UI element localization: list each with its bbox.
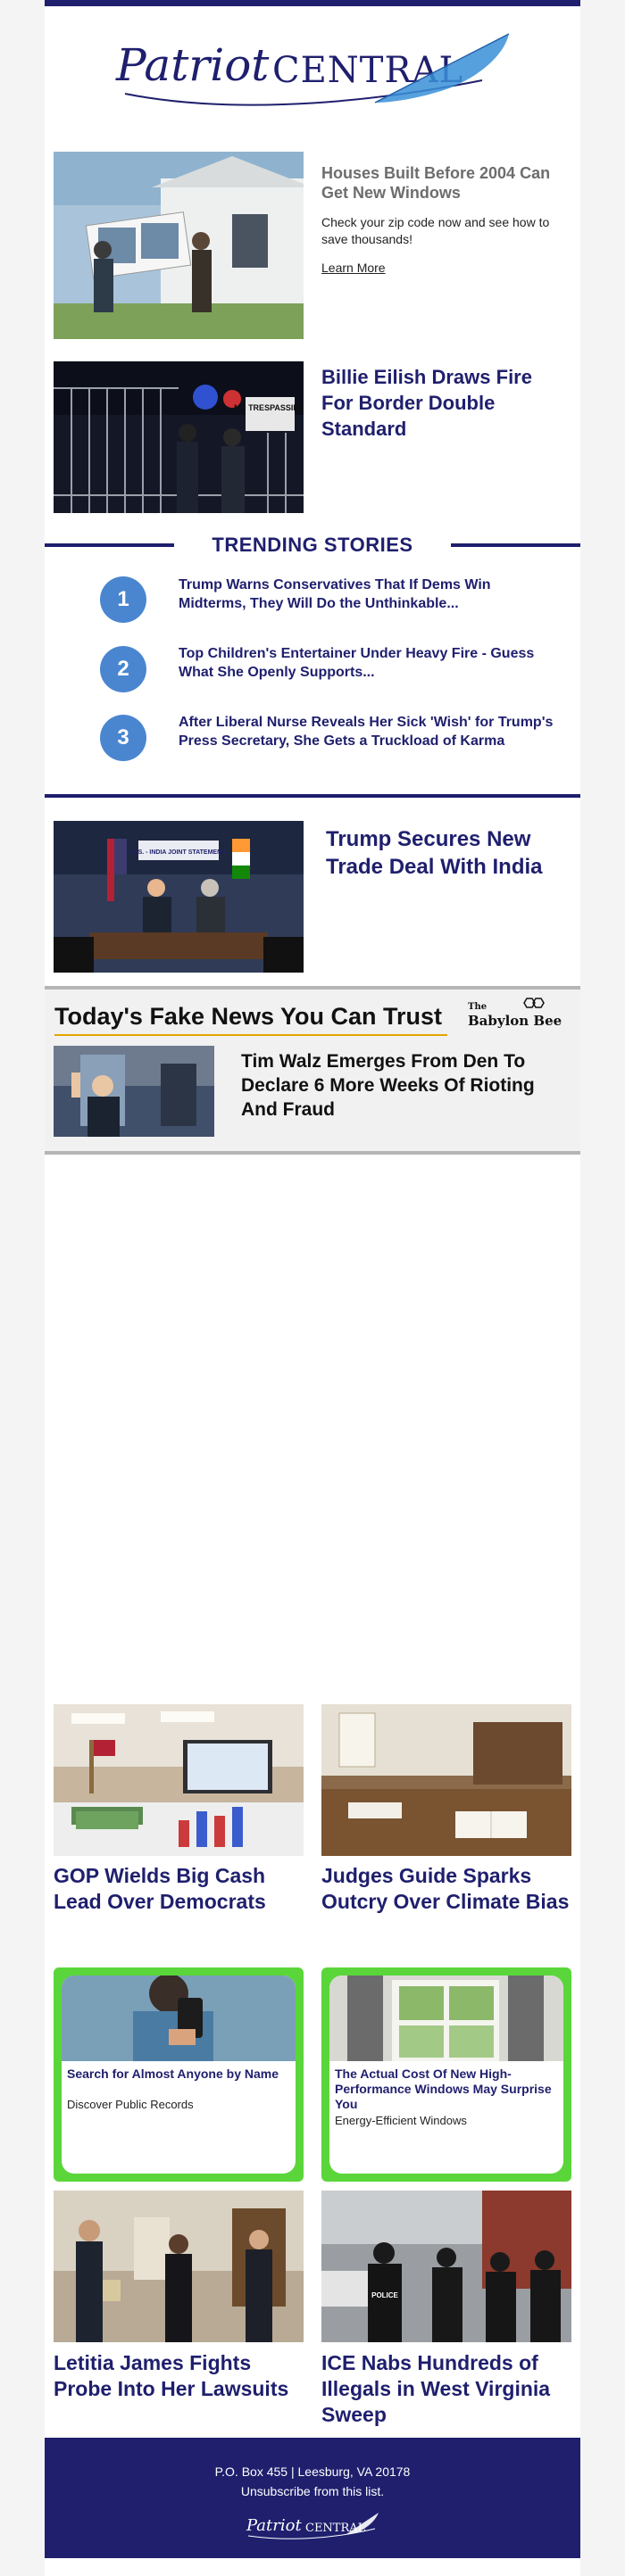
phone-user-photo [62,1975,296,2061]
svg-text:The: The [468,1002,487,1012]
bee-icon [523,998,545,1008]
window-interior-photo [329,1975,563,2061]
trending-number-badge: 1 [100,576,146,623]
svg-text:Patriot: Patriot [246,2516,302,2535]
top-accent-bar [45,0,580,6]
babylon-bee-underline [54,1034,447,1036]
windows-ad-text: Check your zip code now and see how to s… [321,215,550,246]
promo-card-public-records[interactable]: Search for Almost Anyone by Name Discove… [54,1967,304,2182]
trending-item-3[interactable]: After Liberal Nurse Reveals Her Sick 'Wi… [179,713,554,750]
section-divider [45,794,580,798]
trending-item-2[interactable]: Top Children's Entertainer Under Heavy F… [179,644,554,682]
judges-guide-headline[interactable]: Judges Guide Sparks Outcry Over Climate … [321,1863,571,1915]
trending-item-1[interactable]: Trump Warns Conservatives That If Dems W… [179,576,554,613]
joint-statement-banner: U.S. - INDIA JOINT STATEMENT [132,849,227,856]
windows-ad-title[interactable]: Houses Built Before 2004 Can Get New Win… [321,163,562,203]
promo-title[interactable]: Search for Almost Anyone by Name [67,2067,290,2082]
promo-subtitle: Energy-Efficient Windows [335,2114,467,2127]
trending-rule-right [451,543,580,547]
gop-cash-headline[interactable]: GOP Wields Big Cash Lead Over Democrats [54,1863,304,1915]
trending-number-badge: 3 [100,715,146,761]
trending-rule-left [45,543,174,547]
babylon-bee-section-title: Today's Fake News You Can Trust [54,1003,443,1030]
unsubscribe-link[interactable]: Unsubscribe from this list. [45,2484,580,2498]
judges-guide-photo[interactable] [321,1704,571,1856]
trending-title: TRENDING STORIES [212,534,413,556]
letitia-james-headline[interactable]: Letitia James Fights Probe Into Her Laws… [54,2350,304,2402]
gop-cash-photo[interactable] [54,1704,304,1856]
email-footer: P.O. Box 455 | Leesburg, VA 20178 Unsubs… [45,2438,580,2558]
babylon-bee-logo[interactable]: The Babylon Bee [464,995,571,1034]
walz-photo[interactable] [54,1046,214,1137]
promo-title[interactable]: The Actual Cost Of New High-Performance … [335,2067,558,2112]
learn-more-link[interactable]: Learn More [321,261,386,275]
no-trespassing-sign: NO TRESPASSING [234,403,304,412]
footer-logo: Patriot CENTRAL [246,2513,379,2539]
logo-script-word: Patriot [115,39,270,91]
empty-ad-slot [45,1160,580,1695]
letitia-james-photo[interactable] [54,2191,304,2342]
promo-subtitle: Discover Public Records [67,2098,194,2111]
billie-headline[interactable]: Billie Eilish Draws Fire For Border Doub… [321,364,562,442]
ice-raid-photo[interactable]: POLICE [321,2191,571,2342]
trade-deal-photo[interactable]: U.S. - INDIA JOINT STATEMENT [54,821,304,973]
babylon-bee-section: Today's Fake News You Can Trust The Baby… [45,986,580,1155]
walz-headline[interactable]: Tim Walz Emerges From Den To Declare 6 M… [241,1049,567,1122]
ice-raid-headline[interactable]: ICE Nabs Hundreds of Illegals in West Vi… [321,2350,571,2428]
trending-number-badge: 2 [100,646,146,692]
house-windows-photo[interactable] [54,152,304,339]
trade-deal-headline[interactable]: Trump Secures New Trade Deal With India [326,825,567,881]
police-vest-label: POLICE [371,2291,398,2299]
patriot-central-logo[interactable]: Patriot CENTRAL [107,27,518,125]
promo-card-windows[interactable]: The Actual Cost Of New High-Performance … [321,1967,571,2182]
billie-story-photo[interactable]: NO TRESPASSING [54,361,304,513]
email-body: Patriot CENTRAL Houses Built Before 2004… [45,0,580,2576]
svg-text:Babylon Bee: Babylon Bee [468,1013,562,1029]
footer-address: P.O. Box 455 | Leesburg, VA 20178 [214,2464,411,2479]
